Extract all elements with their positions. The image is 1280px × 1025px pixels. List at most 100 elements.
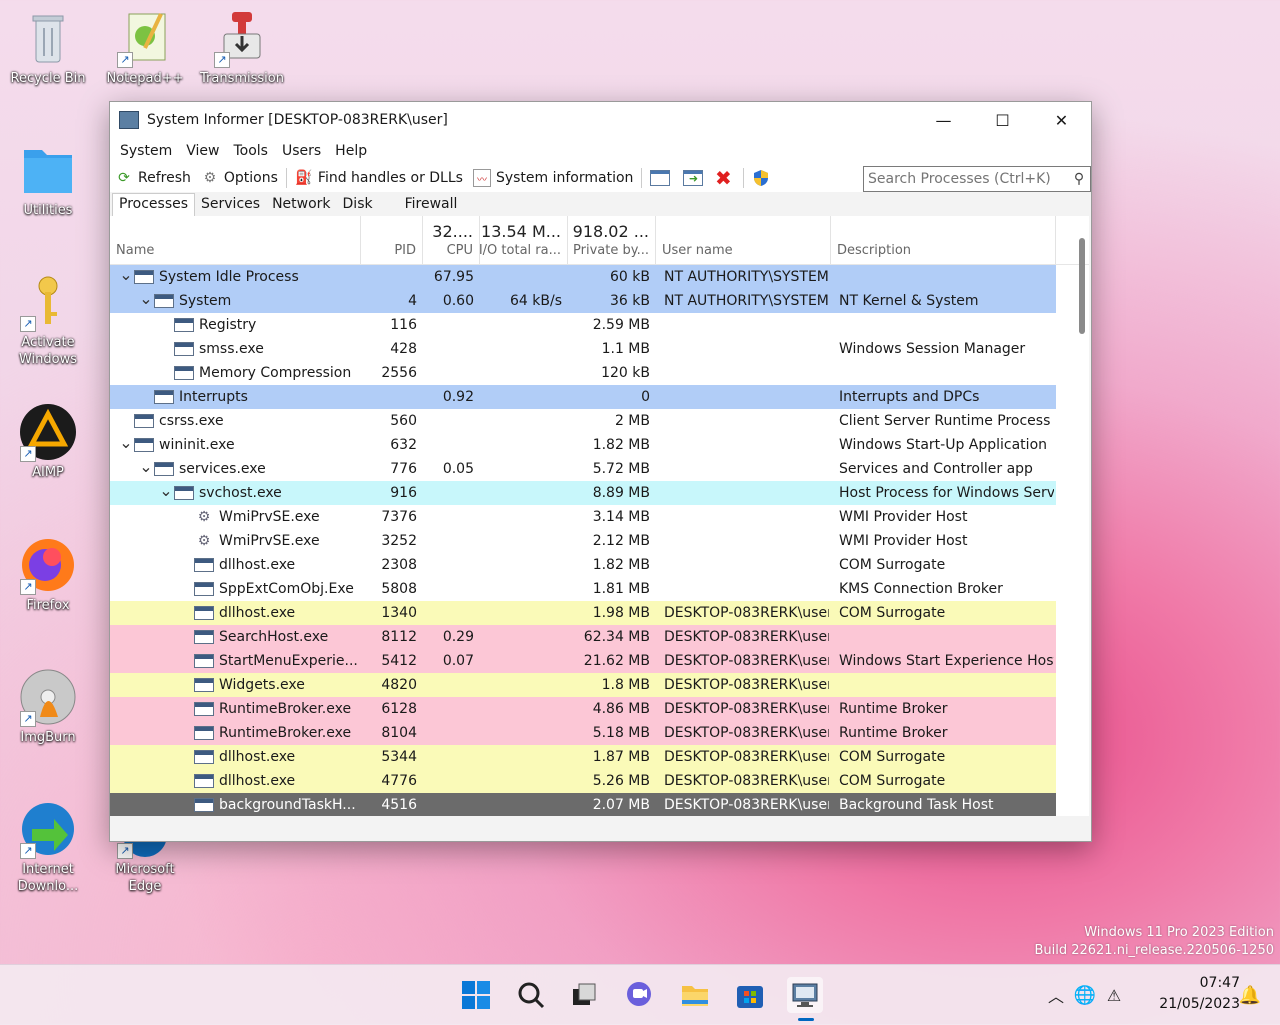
find-handles-button[interactable]: ⛽ Find handles or DLLs [290, 165, 468, 191]
cell-private: 120 kB [601, 365, 650, 381]
desktop-icon-activate-windows[interactable]: ↗ Activate Windows [0, 272, 96, 368]
start-icon[interactable] [458, 977, 494, 1013]
cell-pid: 7376 [381, 509, 417, 525]
cell-name: RuntimeBroker.exe [178, 721, 361, 745]
windows-edition-watermark: Windows 11 Pro 2023 Edition Build 22621.… [1034, 924, 1274, 960]
search-icon[interactable]: ⚲ [1068, 171, 1090, 187]
desktop-icon-utilities[interactable]: Utilities [0, 140, 96, 219]
process-row[interactable]: csrss.exe 560 2 MB Client Server Runtime Pr… [110, 409, 1089, 433]
process-row[interactable]: SearchHost.exe 8112 0.29 62.34 MB DESKTOP-08… [110, 625, 1056, 649]
system-informer-icon[interactable] [787, 977, 823, 1013]
column-pid[interactable]: PID [361, 216, 423, 264]
process-row[interactable]: ⌄ services.exe 776 0.05 5.72 MB Services and … [110, 457, 1089, 481]
process-row[interactable]: dllhost.exe 2308 1.82 MB COM Surrogate [110, 553, 1089, 577]
process-row[interactable]: Interrupts 0.92 0 Interrupts and DPCs [110, 385, 1056, 409]
process-row[interactable]: RuntimeBroker.exe 6128 4.86 MB DESKTOP-083R… [110, 697, 1056, 721]
process-row[interactable]: smss.exe 428 1.1 MB Windows Session Manager [110, 337, 1089, 361]
desktop-icon-firefox[interactable]: ↗ Firefox [0, 535, 96, 614]
system-tray: ︿ 🌐 ⚠ [1044, 965, 1126, 1025]
system-information-button[interactable]: 〰 System information [468, 165, 638, 191]
tab-network[interactable]: Network [266, 194, 336, 216]
vertical-scrollbar[interactable] [1079, 238, 1085, 334]
desktop-icon-notepadpp[interactable]: ↗ Notepad++ [97, 8, 193, 87]
cell-private: 1.87 MB [592, 749, 650, 765]
column-user-label: User name [662, 243, 733, 258]
desktop-icon-recycle-bin[interactable]: Recycle Bin [0, 8, 96, 87]
process-name: services.exe [179, 461, 266, 477]
cell-name: SearchHost.exe [178, 625, 361, 649]
menu-system[interactable]: System [113, 143, 179, 159]
column-name[interactable]: Name [110, 216, 361, 264]
cell-description: Client Server Runtime Process [839, 413, 1051, 429]
tab-processes[interactable]: Processes [112, 193, 196, 216]
process-row[interactable]: dllhost.exe 5344 1.87 MB DESKTOP-083RERK\us… [110, 745, 1056, 769]
chevron-down-icon[interactable]: ⌄ [138, 457, 154, 477]
menu-users[interactable]: Users [275, 143, 328, 159]
process-row[interactable]: ⌄ System 4 0.60 64 kB/s 36 kB NT AUTHORITY\SYS… [110, 289, 1056, 313]
process-row[interactable]: Widgets.exe 4820 1.8 MB DESKTOP-083RERK\use… [110, 673, 1056, 697]
file-explorer-icon[interactable] [677, 977, 713, 1013]
process-row[interactable]: backgroundTaskH... 4516 2.07 MB DESKTOP-083… [110, 793, 1056, 816]
chevron-down-icon[interactable]: ⌄ [158, 481, 174, 501]
menu-tools[interactable]: Tools [226, 143, 275, 159]
close-button[interactable]: ✕ [1032, 102, 1091, 138]
chat-icon[interactable] [621, 977, 657, 1013]
notification-bell-icon[interactable]: 🔔 [1232, 977, 1268, 1013]
menu-view[interactable]: View [179, 143, 226, 159]
store-icon[interactable] [732, 977, 768, 1013]
cell-private: 1.82 MB [592, 557, 650, 573]
menu-help[interactable]: Help [328, 143, 374, 159]
maximize-button[interactable]: ☐ [973, 102, 1032, 138]
process-row[interactable]: dllhost.exe 4776 5.26 MB DESKTOP-083RERK\us… [110, 769, 1056, 793]
process-row[interactable]: RuntimeBroker.exe 8104 5.18 MB DESKTOP-083R… [110, 721, 1056, 745]
desktop-icon-transmission[interactable]: ↗ Transmission Qt Client [194, 8, 290, 87]
tab-firewall[interactable]: Firewall [399, 194, 464, 216]
process-row[interactable]: Memory Compression 2556 120 kB [110, 361, 1089, 385]
minimize-button[interactable]: — [914, 102, 973, 138]
terminate-button[interactable]: ✖ [711, 165, 740, 191]
search-icon[interactable] [513, 977, 549, 1013]
tab-disk[interactable]: Disk [337, 194, 379, 216]
search-box[interactable]: ⚲ [863, 166, 1091, 192]
process-row[interactable]: ⌄ wininit.exe 632 1.82 MB Windows Start-Up A… [110, 433, 1089, 457]
process-row[interactable]: dllhost.exe 1340 1.98 MB DESKTOP-083RERK\us… [110, 601, 1056, 625]
refresh-button[interactable]: ⟳ Refresh [110, 165, 196, 191]
process-tree[interactable]: Name PID 32.... CPU 13.54 M... I/O total… [110, 216, 1089, 816]
process-row[interactable]: ⌄ svchost.exe 916 8.89 MB Host Process for W… [110, 481, 1056, 505]
wmi-provider-icon: ⚙ [197, 509, 211, 525]
admin-shield-button[interactable] [747, 165, 780, 191]
task-view-icon[interactable] [566, 977, 602, 1013]
show-window-button[interactable]: ➜ [680, 165, 711, 191]
title-bar[interactable]: System Informer [DESKTOP-083RERK\user] —… [110, 102, 1091, 138]
chevron-down-icon[interactable]: ⌄ [118, 265, 134, 285]
process-row[interactable]: SppExtComObj.Exe 5808 1.81 MB KMS Connectio… [110, 577, 1089, 601]
desktop-icon-imgburn[interactable]: ↗ ImgBurn [0, 667, 96, 746]
column-user[interactable]: User name [656, 216, 831, 264]
desktop-icon-internet-download-manager[interactable]: ↗ Internet Downlo... [0, 799, 96, 895]
process-row[interactable]: ⌄ System Idle Process 67.95 60 kB NT AUTHORI… [110, 265, 1056, 289]
options-button[interactable]: ⚙ Options [196, 165, 283, 191]
column-private[interactable]: 918.02 ... Private by... [568, 216, 656, 264]
process-row[interactable]: StartMenuExperie... 5412 0.07 21.62 MB DESKT… [110, 649, 1056, 673]
window-finder-button[interactable] [645, 165, 680, 191]
column-io[interactable]: 13.54 M... I/O total ra... [479, 216, 568, 264]
cell-private: 3.14 MB [592, 509, 650, 525]
key-icon: ↗ [18, 272, 78, 332]
taskbar: ︿ 🌐 ⚠ 07:47 21/05/2023 🔔 [0, 964, 1280, 1025]
process-window-icon [174, 366, 194, 380]
process-row[interactable]: ⚙ WmiPrvSE.exe 3252 2.12 MB WMI Provider Hos… [110, 529, 1089, 553]
chevron-down-icon[interactable]: ⌄ [138, 289, 154, 309]
column-cpu[interactable]: 32.... CPU [423, 216, 480, 264]
process-name: Memory Compression [199, 365, 352, 381]
search-input[interactable] [864, 170, 1068, 188]
desktop-icon-aimp[interactable]: ↗ AIMP [0, 402, 96, 481]
chevron-down-icon[interactable]: ⌄ [118, 433, 134, 453]
language-globe-icon[interactable]: 🌐 [1068, 985, 1102, 1006]
column-description[interactable]: Description [831, 216, 1056, 264]
chevron-up-icon[interactable]: ︿ [1044, 983, 1068, 1007]
tab-services[interactable]: Services [195, 194, 266, 216]
clock[interactable]: 07:47 21/05/2023 [1159, 973, 1240, 1015]
process-row[interactable]: Registry 116 2.59 MB [110, 313, 1089, 337]
network-icon[interactable]: ⚠ [1102, 986, 1126, 1005]
process-row[interactable]: ⚙ WmiPrvSE.exe 7376 3.14 MB WMI Provider Hos… [110, 505, 1089, 529]
